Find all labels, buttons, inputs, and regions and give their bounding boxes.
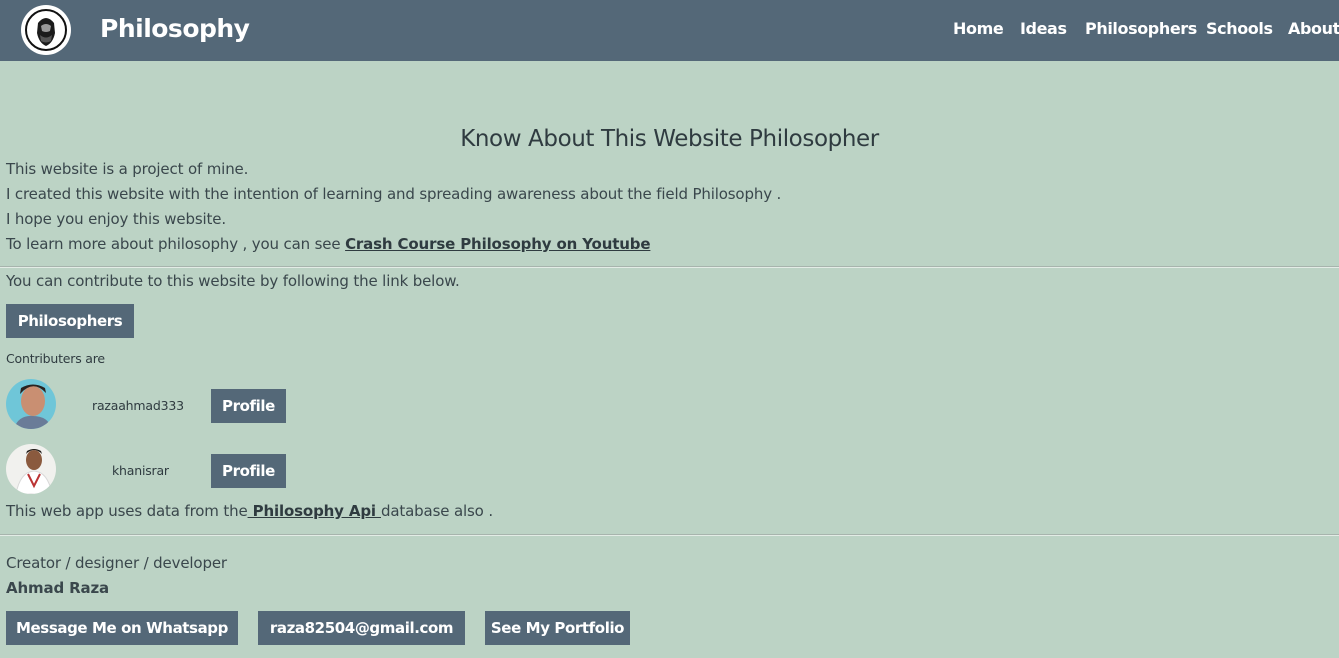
email-button[interactable]: raza82504@gmail.com bbox=[258, 611, 465, 645]
api-line: This web app uses data from the Philosop… bbox=[6, 502, 493, 520]
philosophers-button[interactable]: Philosophers bbox=[6, 304, 134, 338]
contributor-name: khanisrar bbox=[112, 463, 169, 478]
philosophy-api-link[interactable]: Philosophy Api bbox=[248, 502, 381, 520]
site-brand[interactable]: Philosophy bbox=[100, 14, 250, 43]
intro-line-1: This website is a project of mine. bbox=[6, 160, 249, 178]
portfolio-button[interactable]: See My Portfolio bbox=[485, 611, 630, 645]
crash-course-link[interactable]: Crash Course Philosophy on Youtube bbox=[345, 235, 650, 253]
profile-button[interactable]: Profile bbox=[211, 389, 286, 423]
api-prefix: This web app uses data from the bbox=[6, 502, 248, 520]
learn-more-line: To learn more about philosophy , you can… bbox=[6, 235, 651, 253]
nav-home[interactable]: Home bbox=[953, 19, 1004, 38]
nav-about[interactable]: About bbox=[1288, 19, 1339, 38]
profile-button[interactable]: Profile bbox=[211, 454, 286, 488]
top-navbar: Philosophy Home Ideas Philosophers Schoo… bbox=[0, 0, 1339, 61]
creator-name: Ahmad Raza bbox=[6, 579, 110, 597]
learn-more-text: To learn more about philosophy , you can… bbox=[6, 235, 346, 253]
contributor-avatar bbox=[6, 444, 56, 494]
section-divider bbox=[0, 534, 1339, 536]
nav-philosophers[interactable]: Philosophers bbox=[1085, 19, 1197, 38]
intro-line-3: I hope you enjoy this website. bbox=[6, 210, 226, 228]
nav-schools[interactable]: Schools bbox=[1206, 19, 1273, 38]
creator-role: Creator / designer / developer bbox=[6, 554, 227, 572]
contributor-avatar bbox=[6, 379, 56, 429]
intro-line-2: I created this website with the intentio… bbox=[6, 185, 782, 203]
nav-ideas[interactable]: Ideas bbox=[1020, 19, 1067, 38]
api-suffix: database also . bbox=[381, 502, 493, 520]
contribute-text: You can contribute to this website by fo… bbox=[6, 272, 460, 290]
section-divider bbox=[0, 266, 1339, 268]
contributor-name: razaahmad333 bbox=[92, 398, 184, 413]
contributors-label: Contributers are bbox=[6, 351, 105, 366]
whatsapp-button[interactable]: Message Me on Whatsapp bbox=[6, 611, 238, 645]
philosopher-logo-icon[interactable] bbox=[21, 5, 71, 55]
page-title: Know About This Website Philosopher bbox=[460, 126, 879, 152]
